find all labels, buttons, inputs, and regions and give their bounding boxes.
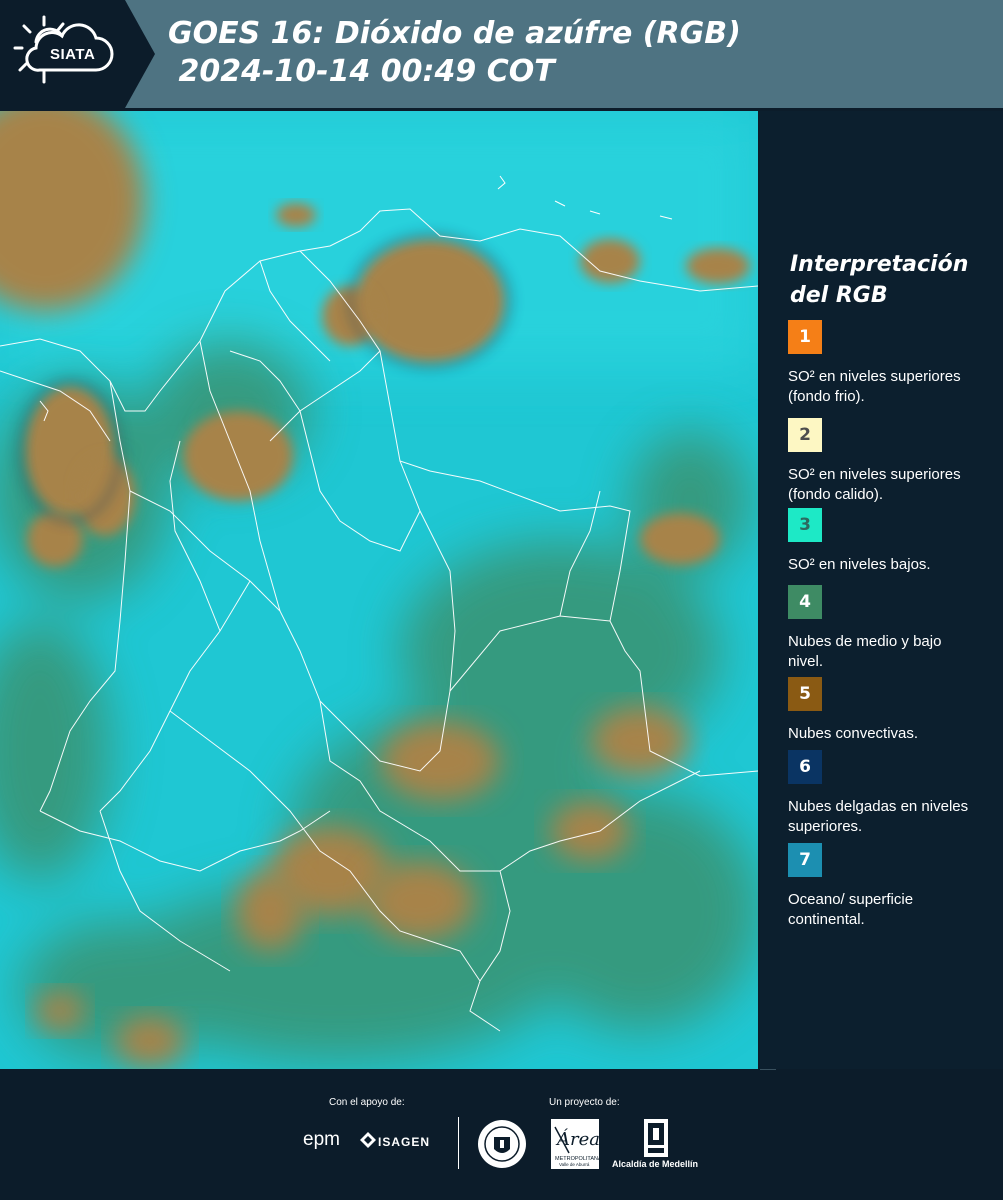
legend-swatch-1: 1 xyxy=(788,320,822,354)
legend-item-2: 2 SO² en niveles superiores (fondo calid… xyxy=(788,418,988,505)
legend-item-4: 4 Nubes de medio y bajo nivel. xyxy=(788,585,988,672)
legend-swatch-3: 3 xyxy=(788,508,822,542)
map-image xyxy=(0,111,758,1069)
area-metropolitana-logo: Área METROPOLITANA Valle de Aburrá xyxy=(551,1119,599,1169)
legend-item-6: 6 Nubes delgadas en niveles superiores. xyxy=(788,750,988,837)
legend-swatch-2: 2 xyxy=(788,418,822,452)
legend-item-5: 5 Nubes convectivas. xyxy=(788,677,988,744)
legend-desc-3: SO² en niveles bajos. xyxy=(788,556,931,573)
page-title: GOES 16: Dióxido de azúfre (RGB) xyxy=(168,16,741,51)
footer-divider xyxy=(458,1117,459,1169)
project-label: Un proyecto de: xyxy=(549,1097,620,1108)
legend-title-line2: del RGB xyxy=(790,283,888,308)
legend-swatch-4: 4 xyxy=(788,585,822,619)
footer: Con el apoyo de: epm ISAGEN Un proyecto … xyxy=(0,1069,1003,1200)
alcaldia-shield-icon xyxy=(644,1119,668,1157)
legend-desc-4: Nubes de medio y bajo nivel. xyxy=(788,633,942,670)
alcaldia-logo-text: Alcaldía de Medellín xyxy=(612,1159,699,1169)
legend-desc-2: SO² en niveles superiores (fondo calido)… xyxy=(788,466,961,503)
legend-title-line1: Interpretación xyxy=(790,252,969,277)
siata-logo: SIATA xyxy=(0,0,155,108)
logo-text: SIATA xyxy=(50,46,96,63)
epm-logo: epm xyxy=(303,1129,340,1150)
legend-title: Interpretación del RGB xyxy=(790,249,990,311)
legend-swatch-7: 7 xyxy=(788,843,822,877)
legend-item-1: 1 SO² en niveles superiores (fondo frio)… xyxy=(788,320,988,407)
legend-desc-6: Nubes delgadas en niveles superiores. xyxy=(788,798,969,835)
isagen-logo: ISAGEN xyxy=(378,1135,431,1149)
legend-item-3: 3 SO² en niveles bajos. xyxy=(788,508,988,575)
legend-item-7: 7 Oceano/ superficie continental. xyxy=(788,843,988,930)
support-label: Con el apoyo de: xyxy=(329,1097,405,1108)
medellin-seal-icon xyxy=(478,1120,526,1168)
legend-swatch-5: 5 xyxy=(788,677,822,711)
page-timestamp: 2024-10-14 00:49 COT xyxy=(168,54,555,89)
legend-desc-7: Oceano/ superficie continental. xyxy=(788,891,914,928)
legend-panel: Interpretación del RGB 1 SO² en niveles … xyxy=(760,111,1003,1069)
legend-swatch-6: 6 xyxy=(788,750,822,784)
legend-desc-5: Nubes convectivas. xyxy=(788,725,919,742)
satellite-map xyxy=(0,111,758,1069)
legend-desc-1: SO² en niveles superiores (fondo frio). xyxy=(788,368,961,405)
footer-divider-line xyxy=(760,1069,776,1070)
header-bar: SIATA GOES 16: Dióxido de azúfre (RGB) 2… xyxy=(0,0,1003,108)
svg-text:Valle de Aburrá: Valle de Aburrá xyxy=(559,1162,590,1167)
isagen-icon xyxy=(360,1132,376,1148)
